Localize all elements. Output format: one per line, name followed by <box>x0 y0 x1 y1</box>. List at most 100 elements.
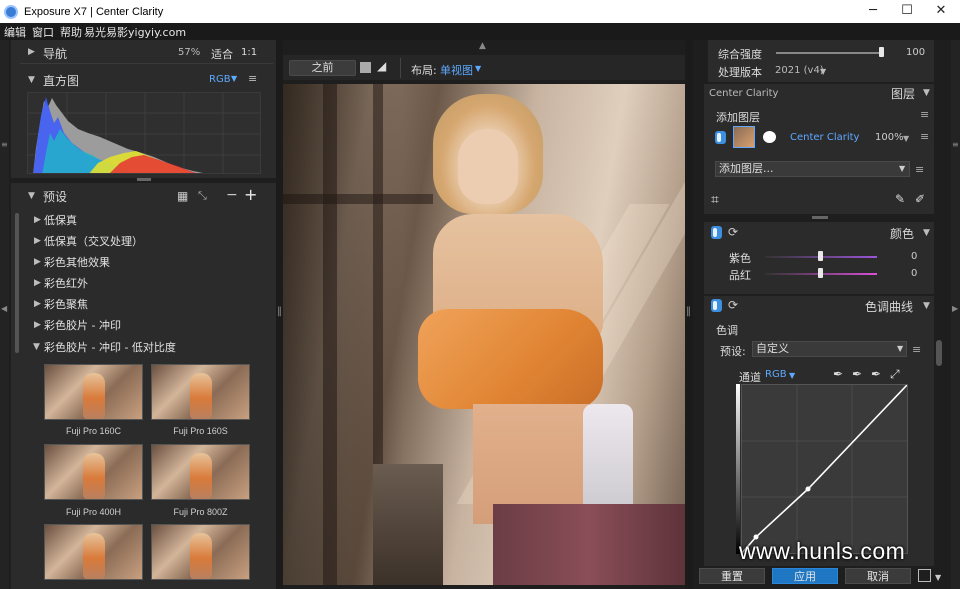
panel-scrollbar[interactable] <box>936 340 942 366</box>
eyedropper-white-icon[interactable]: ✒ <box>871 367 881 381</box>
collapse-left-icon[interactable]: ◀ <box>1 304 7 313</box>
preset-thumbnail[interactable] <box>151 524 250 580</box>
grid-icon[interactable]: ▦ <box>177 189 188 203</box>
preset-category[interactable]: 彩色红外 <box>44 275 88 291</box>
collapse-triangle-icon[interactable]: ▼ <box>28 75 35 85</box>
minus-icon[interactable]: − <box>226 187 238 203</box>
chevron-down-icon[interactable]: ▼ <box>897 344 903 353</box>
layout-select[interactable]: 单视图 <box>440 62 473 78</box>
add-layer-dropdown[interactable]: 添加图层... <box>715 161 910 177</box>
color-toggle[interactable] <box>711 226 722 239</box>
expand-icon[interactable]: ⤢ <box>890 367 900 382</box>
collapse-triangle-icon[interactable]: ▼ <box>923 301 930 311</box>
layer-menu-icon[interactable]: ≡ <box>920 130 929 143</box>
cancel-button[interactable]: 取消 <box>845 568 911 584</box>
eraser-icon[interactable]: ✎ <box>895 192 905 206</box>
collapse-top-icon[interactable]: ▲ <box>479 41 486 51</box>
collapse-triangle-icon[interactable]: ▼ <box>28 191 35 201</box>
list-add-icon[interactable]: ≡ <box>912 343 921 356</box>
plus-icon[interactable]: + <box>244 185 257 204</box>
curve-preset-dropdown[interactable]: 自定义 <box>752 341 907 357</box>
expand-triangle-icon[interactable]: ▶ <box>34 236 41 246</box>
preset-thumbnail[interactable] <box>151 364 250 420</box>
expand-triangle-icon[interactable]: ▶ <box>34 215 41 225</box>
magenta-value[interactable]: 0 <box>911 268 917 279</box>
preset-category[interactable]: 彩色聚焦 <box>44 296 88 312</box>
menu-window[interactable]: 窗口 <box>32 24 54 40</box>
preset-category[interactable]: 彩色其他效果 <box>44 254 110 270</box>
histogram-channel-select[interactable]: RGB <box>209 74 231 85</box>
layer-thumbnail[interactable] <box>733 126 755 148</box>
collapse-triangle-icon[interactable]: ▼ <box>923 228 930 238</box>
preset-category[interactable]: 低保真 <box>44 212 77 228</box>
crop-icon[interactable]: ⌗ <box>711 192 719 208</box>
expand-triangle-icon[interactable]: ▶ <box>34 320 41 330</box>
expand-triangle-icon[interactable]: ▶ <box>28 47 35 57</box>
preset-thumbnail[interactable] <box>44 444 143 500</box>
fit-button[interactable]: 适合 <box>211 46 233 62</box>
panel-layout-icon[interactable] <box>918 569 931 582</box>
panel-menu-icon[interactable]: ≡ <box>920 108 929 121</box>
expand-triangle-icon[interactable]: ▶ <box>34 278 41 288</box>
version-select[interactable]: 2021 (v4) <box>775 65 824 76</box>
strength-value[interactable]: 100 <box>906 47 925 58</box>
strength-slider-track[interactable] <box>776 52 884 54</box>
maximize-button[interactable]: ☐ <box>892 0 922 23</box>
presets-scrollbar[interactable] <box>15 213 19 353</box>
menu-edit[interactable]: 编辑 <box>4 24 26 40</box>
preset-category[interactable]: 低保真（交叉处理） <box>44 233 143 249</box>
apply-button[interactable]: 应用 <box>772 568 838 584</box>
collapse-triangle-icon[interactable]: ▼ <box>923 88 930 98</box>
collapse-right-icon[interactable]: ▶ <box>952 304 958 313</box>
reset-icon[interactable]: ⟳ <box>728 298 738 312</box>
layer-name[interactable]: Center Clarity <box>790 132 859 143</box>
resize-handle[interactable] <box>812 216 828 219</box>
before-button[interactable]: 之前 <box>289 60 356 76</box>
curve-point[interactable] <box>805 486 811 492</box>
collapse-all-icon[interactable]: ⤡ <box>198 189 207 203</box>
chevron-down-icon[interactable]: ▼ <box>820 67 826 76</box>
minimize-button[interactable]: ─ <box>858 0 888 23</box>
magenta-slider-thumb[interactable] <box>818 268 823 278</box>
splitter-handle-icon[interactable]: ‖ <box>277 306 282 317</box>
expand-triangle-icon[interactable]: ▶ <box>34 257 41 267</box>
eyedropper-gray-icon[interactable]: ✒ <box>852 367 862 381</box>
square-icon[interactable] <box>360 62 371 73</box>
left-edge-strip[interactable]: ≡ ◀ <box>0 40 9 589</box>
purple-value[interactable]: 0 <box>911 251 917 262</box>
panel-menu-icon[interactable]: ≡ <box>248 72 257 85</box>
layer-opacity[interactable]: 100% <box>875 132 904 143</box>
chevron-down-icon[interactable]: ▼ <box>903 134 909 143</box>
channel-select[interactable]: RGB <box>765 369 787 380</box>
reset-button[interactable]: 重置 <box>699 568 765 584</box>
chevron-down-icon[interactable]: ▼ <box>789 371 795 380</box>
chevron-down-icon[interactable]: ▼ <box>475 64 481 73</box>
layer-visibility-toggle[interactable] <box>715 131 726 144</box>
preset-thumbnail[interactable] <box>151 444 250 500</box>
collapse-triangle-icon[interactable]: ▼ <box>33 342 40 352</box>
curve-toggle[interactable] <box>711 299 722 312</box>
expand-triangle-icon[interactable]: ▶ <box>34 299 41 309</box>
close-button[interactable]: ✕ <box>926 0 956 23</box>
one-to-one-button[interactable]: 1:1 <box>241 47 257 58</box>
eyedropper-black-icon[interactable]: ✒ <box>833 367 843 381</box>
compare-split-icon[interactable]: ◢ <box>377 59 386 73</box>
resize-handle[interactable] <box>137 178 151 181</box>
chevron-down-icon[interactable]: ▼ <box>899 164 905 173</box>
main-photo[interactable] <box>283 84 685 585</box>
list-add-icon[interactable]: ≡ <box>915 163 924 176</box>
layer-mask-icon[interactable] <box>763 131 776 143</box>
brush-icon[interactable]: ✐ <box>915 192 925 206</box>
tone-curve-graph[interactable] <box>741 384 908 554</box>
purple-slider-thumb[interactable] <box>818 251 823 261</box>
chevron-down-icon[interactable]: ▼ <box>935 573 941 582</box>
preset-thumbnail[interactable] <box>44 524 143 580</box>
preset-category[interactable]: 彩色胶片 - 冲印 <box>44 317 121 333</box>
preset-thumbnail[interactable] <box>44 364 143 420</box>
preset-category-open[interactable]: 彩色胶片 - 冲印 - 低对比度 <box>44 339 176 355</box>
right-edge-strip[interactable]: ≡ ▶ <box>951 40 960 589</box>
splitter-handle-icon[interactable]: ‖ <box>686 306 691 317</box>
menu-help[interactable]: 帮助 <box>60 24 82 40</box>
strength-slider-thumb[interactable] <box>878 47 884 57</box>
reset-icon[interactable]: ⟳ <box>728 225 738 239</box>
